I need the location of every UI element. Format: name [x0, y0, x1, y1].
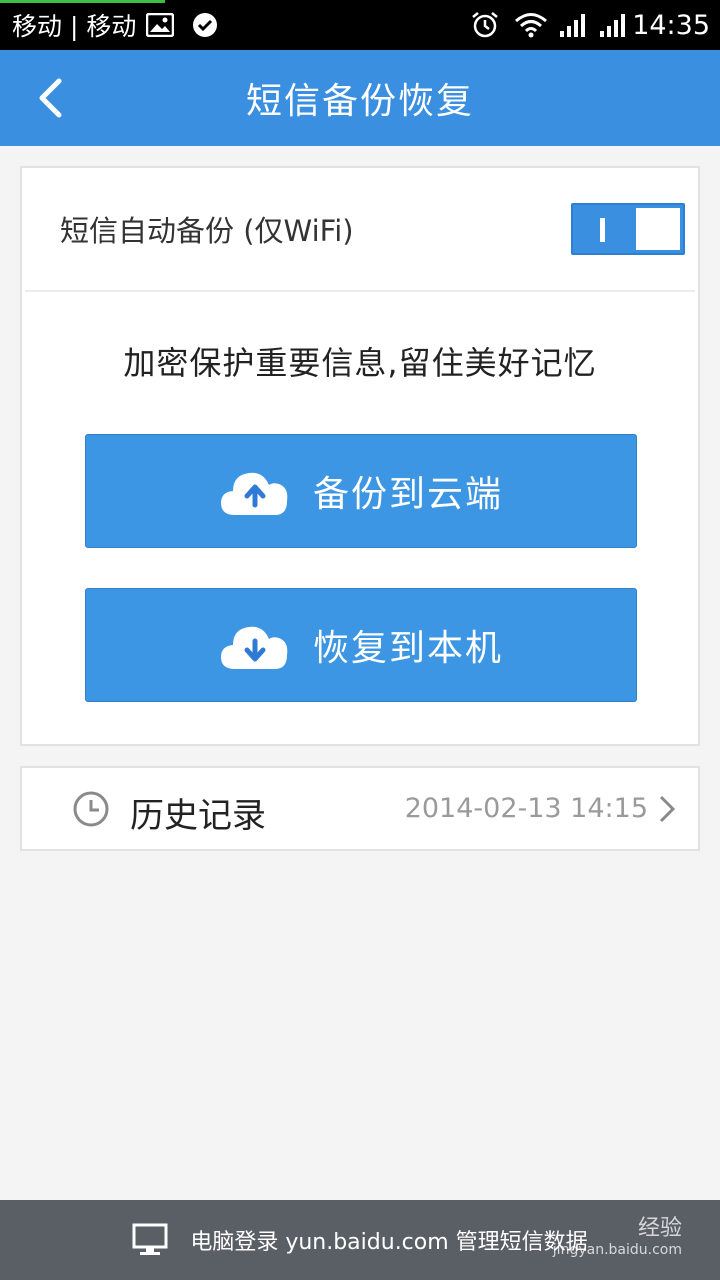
cloud-download-icon — [220, 626, 288, 669]
check-circle-icon — [192, 12, 218, 38]
watermark: 经验 jingyan.baidu.com — [553, 1216, 682, 1259]
computer-icon — [132, 1223, 168, 1257]
restore-button-label: 恢复到本机 — [312, 628, 503, 669]
history-label: 历史记录 — [130, 796, 266, 836]
chevron-right-icon — [659, 795, 676, 823]
history-row[interactable]: 历史记录 2014-02-13 14:15 — [20, 766, 700, 851]
back-button[interactable] — [20, 68, 80, 128]
backup-button-label: 备份到云端 — [312, 474, 503, 515]
status-bar: 移动 | 移动 14:35 — [0, 0, 720, 50]
status-time: 14:35 — [632, 9, 710, 41]
backup-to-cloud-button[interactable]: 备份到云端 — [85, 434, 637, 548]
history-last-time: 2014-02-13 14:15 — [404, 793, 648, 824]
page-title: 短信备份恢复 — [245, 81, 474, 122]
footer-text: 电脑登录 yun.baidu.com 管理短信数据 — [190, 1230, 588, 1255]
cloud-upload-icon — [220, 472, 288, 515]
wifi-icon — [514, 12, 548, 38]
signal-icon — [598, 12, 628, 38]
toggle-knob — [636, 208, 680, 250]
image-icon — [146, 13, 175, 37]
auto-backup-label: 短信自动备份 (仅WiFi) — [60, 214, 354, 248]
backup-card: 短信自动备份 (仅WiFi) 加密保护重要信息,留住美好记忆 备份到云端 恢复到… — [20, 166, 700, 746]
chevron-left-icon — [39, 78, 62, 118]
watermark-brand: 经验 — [637, 1216, 682, 1241]
status-carrier: 移动 | 移动 — [12, 12, 137, 41]
restore-to-device-button[interactable]: 恢复到本机 — [85, 588, 637, 702]
clock-icon — [73, 791, 109, 827]
title-bar: 短信备份恢复 — [0, 50, 720, 146]
auto-backup-toggle[interactable] — [571, 203, 685, 255]
alarm-icon — [470, 10, 500, 40]
slogan-text: 加密保护重要信息,留住美好记忆 — [123, 344, 597, 382]
signal-icon — [558, 12, 588, 38]
status-progress — [0, 0, 165, 3]
auto-backup-row: 短信自动备份 (仅WiFi) — [25, 168, 695, 292]
toggle-on-mark — [600, 218, 605, 242]
watermark-url: jingyan.baidu.com — [552, 1242, 682, 1259]
